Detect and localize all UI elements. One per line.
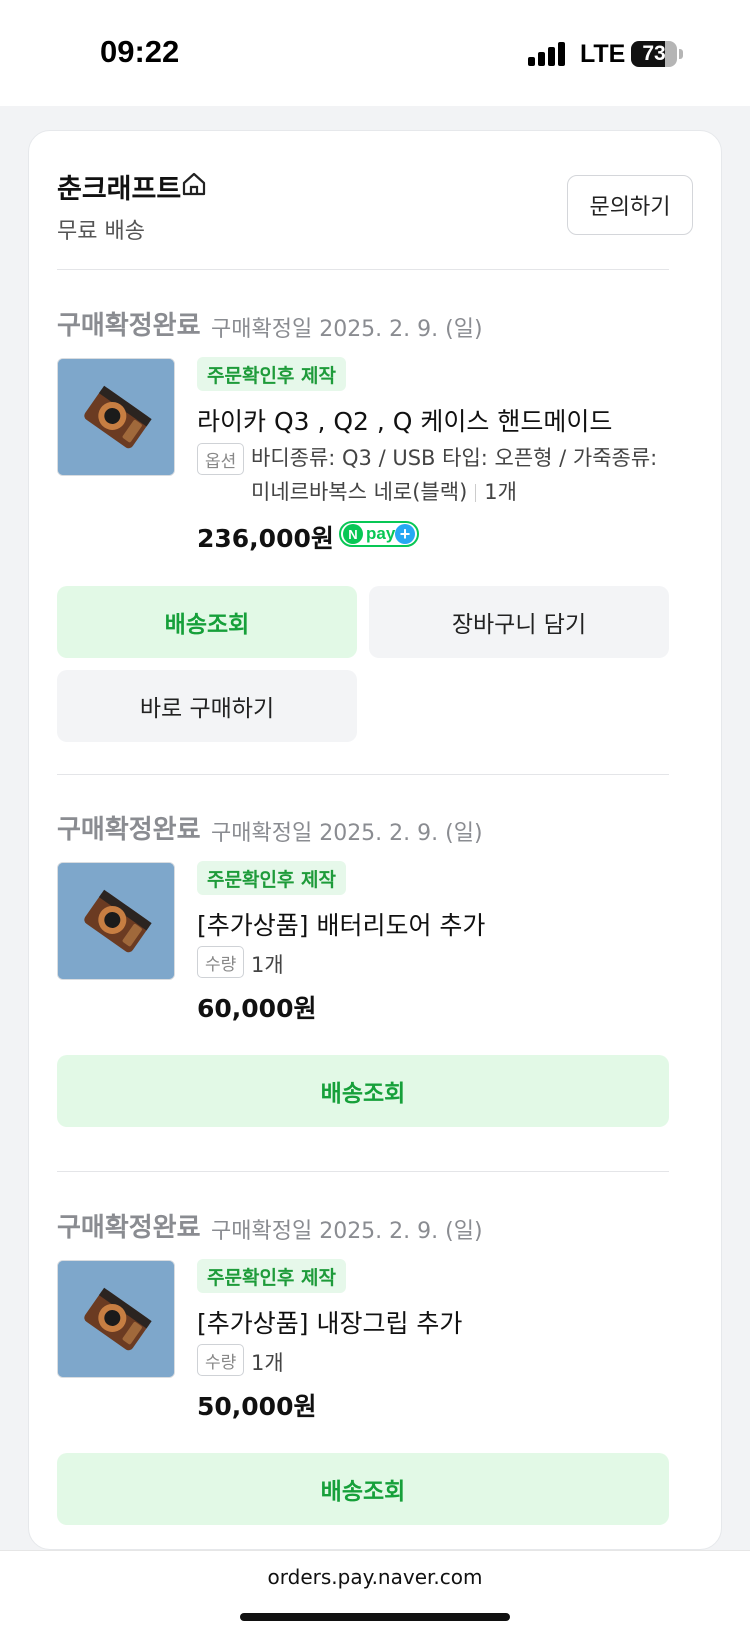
camera-case-image <box>58 1261 174 1377</box>
made-to-order-badge: 주문확인후 제작 <box>197 357 346 391</box>
track-delivery-button[interactable]: 배송조회 <box>57 586 357 658</box>
order-date: 구매확정일 2025. 2. 9. (일) <box>211 821 483 846</box>
network-type: LTE <box>580 40 626 68</box>
plus-icon: + <box>395 524 415 544</box>
option-line: 바디종류: Q3 / USB 타입: 오픈형 / 가죽종류: <box>251 446 658 470</box>
price: 236,000원 <box>197 524 334 553</box>
inquiry-button[interactable]: 문의하기 <box>567 175 693 235</box>
signal-icon <box>528 42 566 66</box>
camera-case-image <box>58 359 174 475</box>
track-delivery-button[interactable]: 배송조회 <box>57 1453 669 1525</box>
price: 60,000원 <box>197 994 317 1023</box>
quantity-tag: 수량 <box>197 946 245 978</box>
buy-now-button[interactable]: 바로 구매하기 <box>57 670 357 742</box>
product-name[interactable]: [추가상품] 내장그립 추가 <box>197 1304 462 1340</box>
quantity: 1개 <box>484 480 517 504</box>
order-date: 구매확정일 2025. 2. 9. (일) <box>211 317 483 342</box>
quantity: 1개 <box>251 953 284 977</box>
made-to-order-badge: 주문확인후 제작 <box>197 1259 346 1293</box>
shipping-note: 무료 배송 <box>57 219 145 244</box>
product-name[interactable]: [추가상품] 배터리도어 추가 <box>197 906 485 942</box>
camera-case-image <box>58 863 174 979</box>
npay-n-icon: N <box>343 524 363 544</box>
divider <box>57 269 669 270</box>
battery-cap <box>679 49 683 59</box>
option-line: 미네르바복스 네로(블랙) <box>251 480 468 504</box>
browser-address-bar: orders.pay.naver.com <box>0 1550 750 1629</box>
store-home-icon[interactable] <box>181 171 207 197</box>
price: 50,000원 <box>197 1392 317 1421</box>
npay-label: pay <box>366 524 396 543</box>
url-display[interactable]: orders.pay.naver.com <box>0 1565 750 1589</box>
product-thumbnail[interactable] <box>57 862 175 980</box>
home-indicator[interactable] <box>240 1613 510 1621</box>
order-card: 춘크래프트 무료 배송 문의하기 구매확정완료 구매확정일 2025. 2. 9… <box>28 130 722 1550</box>
product-thumbnail[interactable] <box>57 358 175 476</box>
order-date: 구매확정일 2025. 2. 9. (일) <box>211 1219 483 1244</box>
product-thumbnail[interactable] <box>57 1260 175 1378</box>
track-delivery-button[interactable]: 배송조회 <box>57 1055 669 1127</box>
npay-plus-badge: N pay + <box>339 521 419 547</box>
order-status: 구매확정완료 <box>57 311 201 341</box>
quantity-tag: 수량 <box>197 1344 245 1376</box>
order-status: 구매확정완료 <box>57 1213 201 1243</box>
made-to-order-badge: 주문확인후 제작 <box>197 861 346 895</box>
divider <box>57 774 669 775</box>
status-time: 09:22 <box>100 34 180 69</box>
quantity: 1개 <box>251 1351 284 1375</box>
option-tag: 옵션 <box>197 443 245 475</box>
option-line-2: 미네르바복스 네로(블랙) 1개 <box>251 475 671 509</box>
product-name[interactable]: 라이카 Q3 , Q2 , Q 케이스 핸드메이드 <box>197 402 612 438</box>
status-bar: 09:22 LTE 73 <box>0 0 750 106</box>
option-details: 바디종류: Q3 / USB 타입: 오픈형 / 가죽종류: 미네르바복스 네로… <box>251 441 671 509</box>
seller-name[interactable]: 춘크래프트 <box>57 167 181 206</box>
battery-icon: 73 <box>631 41 677 67</box>
separator <box>475 484 477 502</box>
add-to-cart-button[interactable]: 장바구니 담기 <box>369 586 669 658</box>
order-status: 구매확정완료 <box>57 815 201 845</box>
battery-level: 73 <box>642 42 666 65</box>
divider <box>57 1171 669 1172</box>
